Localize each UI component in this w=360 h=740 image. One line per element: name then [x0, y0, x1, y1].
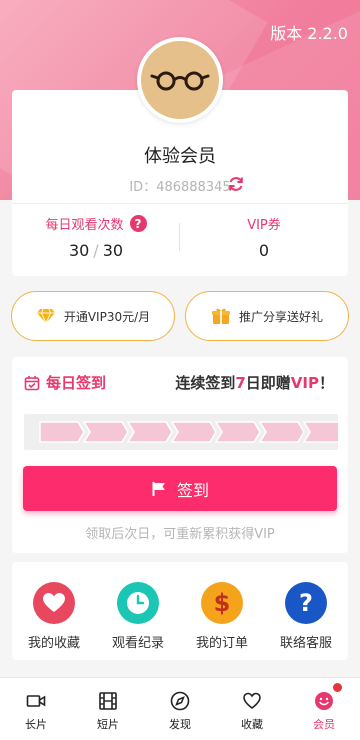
member-name: 体验会员: [144, 146, 216, 167]
version-label: 版本 2.2.0: [270, 24, 348, 43]
compass-icon: [170, 691, 190, 711]
favorites-link[interactable]: 我的收藏: [12, 582, 96, 651]
daily-views-value: 30/30: [68, 241, 124, 260]
tab-favorites[interactable]: 收藏: [216, 678, 288, 740]
checkin-promo-text: 连续签到7日即赠VIP！: [175, 374, 334, 392]
checkin-card: 每日签到 连续签到7日即赠VIP！ 签到 领取后次日，可重新累积获得VIP: [12, 357, 348, 553]
vip-coupon-label: VIP券: [247, 218, 281, 233]
heart-icon: [33, 582, 75, 624]
checkin-day-3: [126, 421, 173, 443]
dollar-icon: $: [201, 582, 243, 624]
bottom-tab-bar: 长片 短片 发现 收藏 会员: [0, 677, 360, 740]
checkin-day-4: [170, 421, 217, 443]
vip-coupon-stat[interactable]: VIP券 0: [180, 214, 348, 260]
divider: [12, 203, 348, 204]
quick-links-card: 我的收藏 观看纪录 $ 我的订单 ? 联络客服: [12, 562, 348, 660]
clock-icon: [117, 582, 159, 624]
checkin-day-7: [302, 421, 338, 443]
checkin-day-2: [82, 421, 129, 443]
tab-member[interactable]: 会员: [288, 678, 360, 740]
help-icon[interactable]: ?: [129, 215, 147, 232]
checkin-day-1: [39, 421, 85, 443]
member-id: ID：486888345: [129, 180, 231, 195]
notification-dot: [333, 683, 342, 692]
avatar[interactable]: [137, 37, 223, 123]
share-gift-label: 推广分享送好礼: [238, 309, 323, 324]
glasses-icon: [150, 71, 210, 91]
flag-icon: [152, 481, 165, 496]
open-vip-button[interactable]: 开通VIP30元/月: [11, 291, 175, 341]
signin-label: 签到: [176, 480, 209, 500]
smiley-icon: [315, 692, 333, 710]
signin-button[interactable]: 签到: [23, 466, 337, 511]
question-icon: ?: [285, 582, 327, 624]
orders-link[interactable]: $ 我的订单: [180, 582, 264, 651]
checkin-title: 每日签到: [24, 372, 106, 393]
film-icon: [99, 692, 117, 710]
tab-short-videos[interactable]: 短片: [72, 678, 144, 740]
checkin-day-6: [258, 421, 305, 443]
checkin-progress: [24, 414, 338, 450]
daily-views-label: 每日观看次数: [45, 218, 124, 233]
daily-views-stat: 每日观看次数 ? 30/30: [12, 214, 180, 260]
tab-long-videos[interactable]: 长片: [0, 678, 72, 740]
vip-coupon-value: 0: [258, 241, 270, 260]
calendar-check-icon: [24, 375, 40, 390]
share-gift-button[interactable]: 推广分享送好礼: [185, 291, 349, 341]
refresh-icon[interactable]: [226, 174, 246, 194]
support-link[interactable]: ? 联络客服: [264, 582, 348, 651]
diamond-icon: [36, 308, 55, 324]
video-icon: [26, 695, 46, 707]
gift-icon: [211, 308, 230, 324]
checkin-note: 领取后次日，可重新累积获得VIP: [85, 527, 275, 542]
tab-discover[interactable]: 发现: [144, 678, 216, 740]
checkin-day-5: [214, 421, 261, 443]
open-vip-label: 开通VIP30元/月: [63, 309, 151, 324]
heart-outline-icon: [243, 692, 261, 710]
watch-history-link[interactable]: 观看纪录: [96, 582, 180, 651]
